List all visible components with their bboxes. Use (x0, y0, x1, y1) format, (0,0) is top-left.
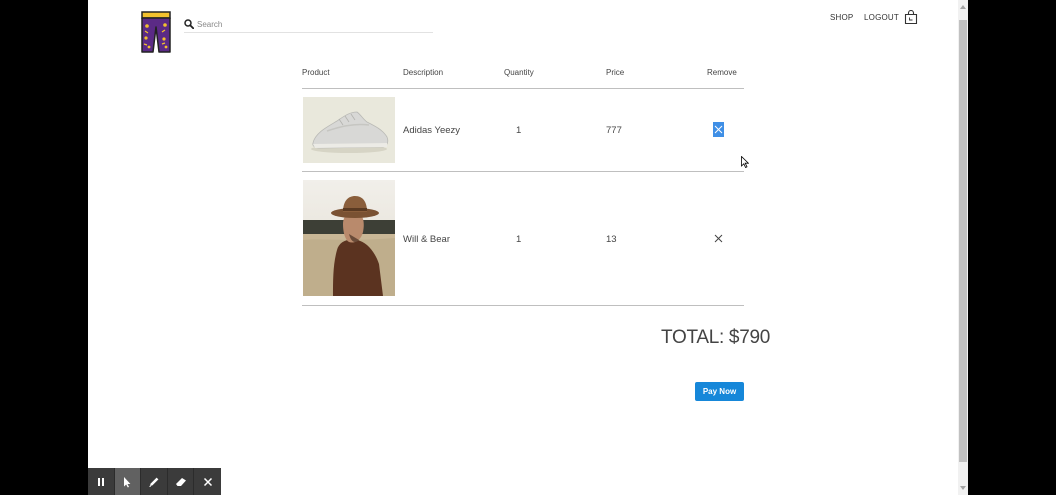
browser-viewport: SHOP LOGOUT Product Description Quantity… (88, 0, 958, 495)
column-header-description: Description (403, 68, 444, 77)
search-icon[interactable] (184, 19, 194, 29)
recorder-toolbar (88, 468, 221, 495)
recorder-pen-button[interactable] (141, 468, 168, 495)
shopping-bag-icon[interactable] (904, 10, 918, 25)
product-quantity: 1 (516, 125, 522, 136)
mouse-pointer-icon (741, 156, 749, 168)
close-icon (203, 477, 212, 486)
vertical-scrollbar[interactable] (958, 0, 968, 495)
pay-now-button[interactable]: Pay Now (695, 382, 744, 401)
nav-logout-link[interactable]: LOGOUT (864, 13, 899, 22)
pointer-icon (124, 476, 131, 487)
cart-total: TOTAL: $790 (661, 327, 771, 348)
recorder-pause-button[interactable] (88, 468, 115, 495)
product-price: 777 (606, 125, 622, 136)
column-header-price: Price (606, 68, 625, 77)
header-divider (302, 88, 744, 89)
search-input[interactable] (197, 17, 417, 29)
nav-shop-link[interactable]: SHOP (830, 13, 853, 22)
product-description: Adidas Yeezy (403, 125, 461, 136)
close-icon (714, 125, 723, 134)
remove-item-button[interactable] (713, 122, 724, 137)
pants-logo-icon[interactable] (140, 11, 172, 53)
close-icon (714, 234, 723, 243)
eraser-icon (175, 477, 186, 486)
recorder-close-button[interactable] (194, 468, 221, 495)
remove-item-button[interactable] (713, 231, 724, 246)
column-header-quantity: Quantity (504, 68, 534, 77)
recorder-pointer-button[interactable] (114, 468, 142, 495)
scroll-down-arrow-icon[interactable] (960, 485, 966, 491)
row-divider (302, 305, 744, 306)
product-description: Will & Bear (403, 234, 450, 245)
pen-icon (149, 477, 159, 487)
scroll-up-arrow-icon[interactable] (960, 4, 966, 10)
hat-person-product-image[interactable] (303, 180, 395, 296)
pause-icon (97, 477, 104, 486)
row-divider (302, 171, 744, 172)
column-header-product: Product (302, 68, 330, 77)
product-quantity: 1 (516, 234, 522, 245)
column-header-remove: Remove (707, 68, 737, 77)
sneaker-product-image[interactable] (303, 97, 395, 163)
search-bar (184, 14, 433, 33)
scrollbar-thumb[interactable] (959, 20, 967, 462)
product-price: 13 (606, 234, 617, 245)
recorder-eraser-button[interactable] (168, 468, 195, 495)
